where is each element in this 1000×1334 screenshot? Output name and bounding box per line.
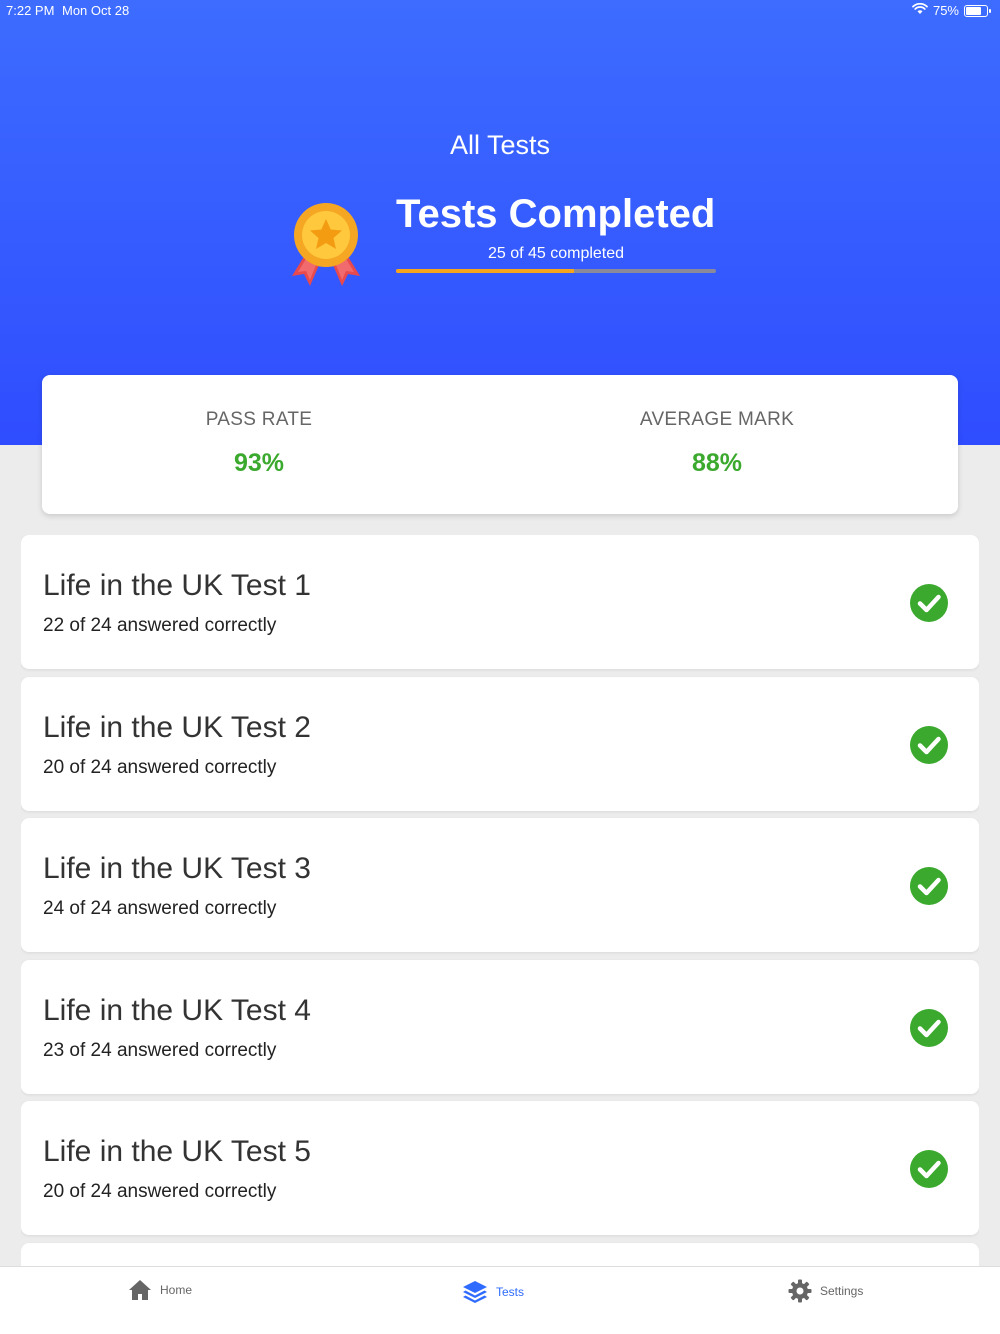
- test-card-partial[interactable]: [21, 1242, 979, 1266]
- test-title: Life in the UK Test 5: [43, 1135, 311, 1168]
- battery-percent: 75%: [932, 3, 959, 18]
- pass-rate-stat: PASS RATE 93%: [42, 409, 476, 478]
- status-time: 7:22 PM: [6, 3, 55, 18]
- gear-icon: [788, 1279, 812, 1303]
- check-circle-icon: [910, 867, 948, 905]
- test-result: 20 of 24 answered correctly: [43, 756, 277, 778]
- test-result: 23 of 24 answered correctly: [43, 1039, 277, 1061]
- status-bar: 7:22 PM Mon Oct 28 75%: [0, 0, 1000, 22]
- test-title: Life in the UK Test 1: [43, 569, 311, 602]
- tab-home[interactable]: Home: [128, 1279, 192, 1301]
- average-mark-value: 88%: [691, 449, 743, 477]
- home-icon: [129, 1280, 151, 1300]
- pass-rate-value: 93%: [233, 449, 285, 477]
- test-title: Life in the UK Test 3: [43, 852, 311, 885]
- tab-tests-label: Tests: [496, 1285, 525, 1299]
- tab-settings-label: Settings: [820, 1284, 864, 1298]
- test-card[interactable]: Life in the UK Test 2 20 of 24 answered …: [21, 676, 979, 811]
- tab-home-label: Home: [160, 1283, 193, 1297]
- test-card[interactable]: Life in the UK Test 4 23 of 24 answered …: [21, 959, 979, 1094]
- completed-count: 25 of 45 completed: [487, 245, 625, 262]
- completion-progress-fill: [396, 269, 574, 273]
- completed-title: Tests Completed: [396, 192, 716, 236]
- test-title: Life in the UK Test 2: [43, 710, 311, 744]
- completion-summary: Tests Completed 25 of 45 completed: [396, 192, 716, 273]
- battery-icon: [964, 4, 991, 17]
- tab-bar: Home Tests Settings: [0, 1266, 1000, 1334]
- test-card[interactable]: Life in the UK Test 3 24 of 24 answered …: [21, 818, 979, 952]
- average-mark-stat: AVERAGE MARK 88%: [500, 409, 934, 478]
- medal-icon: [288, 200, 364, 290]
- test-result: 22 of 24 answered correctly: [43, 615, 277, 636]
- page-title: All Tests: [449, 130, 551, 160]
- test-card[interactable]: Life in the UK Test 5 20 of 24 answered …: [21, 1101, 979, 1235]
- status-date: Mon Oct 28: [62, 3, 130, 18]
- tab-tests[interactable]: Tests: [462, 1279, 524, 1305]
- average-mark-label: AVERAGE MARK: [639, 409, 795, 430]
- test-title: Life in the UK Test 4: [43, 993, 311, 1027]
- check-circle-icon: [910, 584, 948, 622]
- check-circle-icon: [910, 725, 948, 764]
- status-indicators: 75%: [912, 2, 991, 18]
- completion-progress-bar: [396, 269, 716, 273]
- layers-icon: [463, 1281, 487, 1303]
- test-result: 20 of 24 answered correctly: [43, 1181, 277, 1202]
- test-result: 24 of 24 answered correctly: [43, 898, 277, 919]
- check-circle-icon: [910, 1008, 948, 1047]
- stats-card: PASS RATE 93% AVERAGE MARK 88%: [42, 375, 958, 514]
- check-circle-icon: [910, 1150, 948, 1188]
- battery-level: [966, 6, 981, 15]
- tab-settings[interactable]: Settings: [788, 1279, 863, 1303]
- test-card[interactable]: Life in the UK Test 1 22 of 24 answered …: [21, 535, 979, 669]
- pass-rate-label: PASS RATE: [205, 409, 313, 430]
- test-list: Life in the UK Test 1 22 of 24 answered …: [21, 535, 979, 1266]
- wifi-icon: [912, 2, 928, 18]
